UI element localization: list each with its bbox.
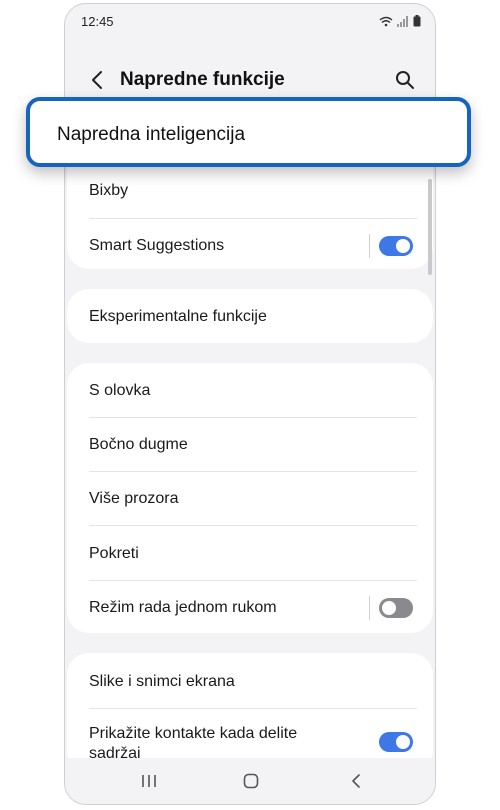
settings-card-3: S olovka Bočno dugme Više prozora Pokret… — [67, 363, 433, 633]
settings-item-label: Slike i snimci ekrana — [89, 673, 235, 690]
divider — [89, 708, 417, 709]
back-nav-icon[interactable] — [344, 770, 368, 792]
settings-item-experimental[interactable]: Eksperimentalne funkcije — [89, 308, 417, 326]
settings-item-one-handed[interactable]: Režim rada jednom rukom — [89, 599, 417, 617]
settings-item-smart-suggestions[interactable]: Smart Suggestions — [89, 237, 417, 255]
highlighted-menu-item-label: Napredna inteligencija — [57, 124, 246, 145]
divider — [89, 471, 417, 472]
settings-item-multi-window[interactable]: Više prozora — [89, 490, 417, 508]
app-header: Napredne funkcije — [65, 62, 435, 102]
settings-item-label: Bixby — [89, 182, 129, 199]
smart-suggestions-toggle[interactable] — [379, 236, 413, 256]
highlighted-menu-item[interactable]: Napredna inteligencija — [26, 97, 471, 167]
settings-item-label: Režim rada jednom rukom — [89, 599, 277, 616]
toggle-knob — [396, 239, 410, 253]
navigation-bar — [65, 758, 435, 804]
settings-item-screenshots[interactable]: Slike i snimci ekrana — [89, 673, 417, 691]
scrollbar[interactable] — [428, 179, 432, 275]
one-handed-toggle[interactable] — [379, 598, 413, 618]
search-icon[interactable] — [393, 68, 417, 92]
status-icons — [379, 14, 421, 32]
settings-item-s-pen[interactable]: S olovka — [89, 382, 417, 400]
settings-item-motions[interactable]: Pokreti — [89, 545, 417, 563]
toggle-separator — [369, 234, 370, 258]
settings-item-label: S olovka — [89, 382, 151, 399]
divider — [89, 417, 417, 418]
divider — [89, 218, 417, 219]
settings-item-side-button[interactable]: Bočno dugme — [89, 436, 417, 454]
settings-item-label: Prikažite kontakte kada delite sadržaj — [89, 725, 298, 762]
settings-item-bixby[interactable]: Bixby — [89, 182, 417, 200]
settings-card-4: Slike i snimci ekrana Prikažite kontakte… — [67, 653, 433, 773]
settings-item-label: Bočno dugme — [89, 436, 188, 453]
battery-icon — [413, 14, 421, 32]
back-arrow-icon[interactable] — [85, 68, 109, 92]
wifi-icon — [379, 14, 393, 32]
divider — [89, 580, 417, 581]
status-time: 12:45 — [81, 14, 114, 29]
settings-card-2: Eksperimentalne funkcije — [67, 289, 433, 343]
settings-item-label: Eksperimentalne funkcije — [89, 308, 267, 325]
share-contacts-toggle[interactable] — [379, 732, 413, 752]
signal-icon — [397, 14, 409, 32]
home-icon[interactable] — [239, 770, 263, 792]
status-bar: 12:45 — [65, 4, 435, 38]
settings-item-label: Više prozora — [89, 490, 179, 507]
settings-item-label: Pokreti — [89, 545, 139, 562]
divider — [89, 525, 417, 526]
recents-icon[interactable] — [137, 770, 161, 792]
toggle-separator — [369, 596, 370, 620]
toggle-knob — [382, 601, 396, 615]
page-title: Napredne funkcije — [120, 69, 285, 90]
settings-item-label: Smart Suggestions — [89, 237, 225, 254]
toggle-knob — [396, 735, 410, 749]
